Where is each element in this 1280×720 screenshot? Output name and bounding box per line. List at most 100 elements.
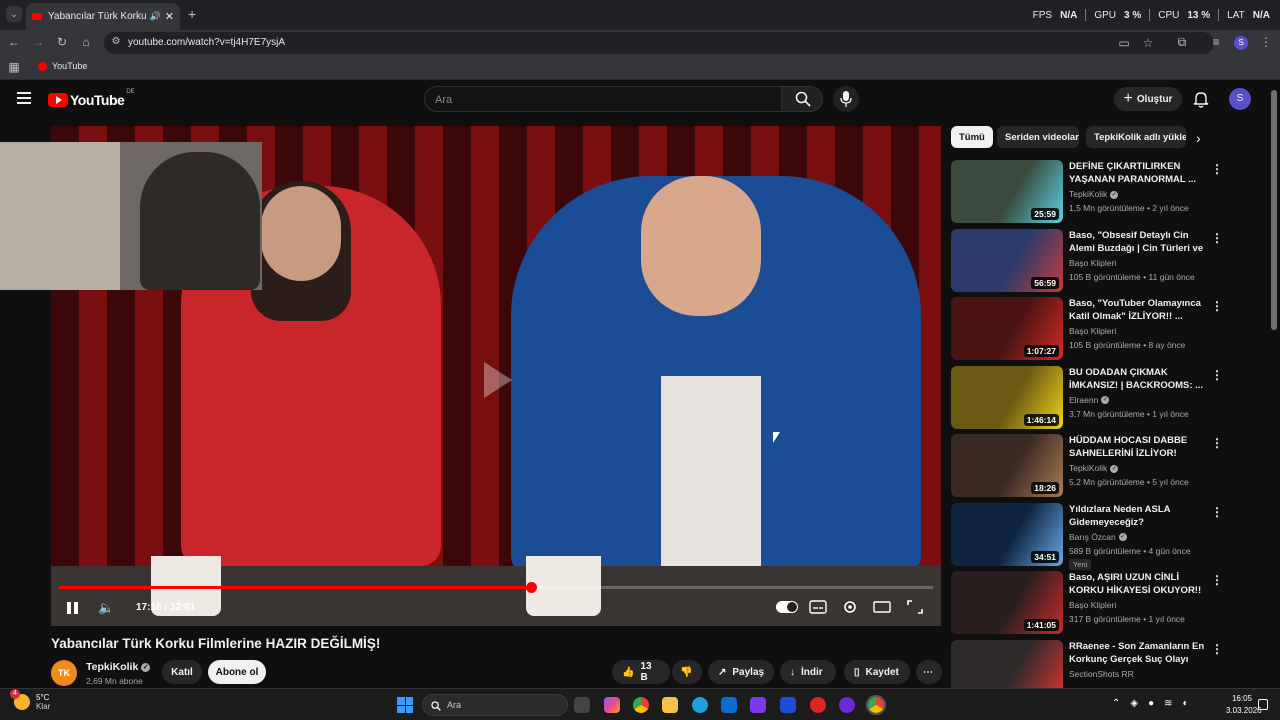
recommendation-channel[interactable]: TepkiKolik ✓: [1069, 189, 1119, 199]
browser-tab[interactable]: Yabancılar Türk Korku Filmle... 🔊 ✕: [26, 3, 180, 30]
recommendation-item[interactable]: 34:51 Yıldızlara Neden ASLA Gidemeyeceğiz…: [951, 502, 1261, 570]
taskbar-clock[interactable]: 16:05 3.03.2026: [1226, 693, 1262, 717]
join-button[interactable]: Katıl: [162, 660, 202, 684]
cast-icon[interactable]: ▭: [1116, 36, 1132, 50]
chip-all[interactable]: Tümü: [951, 126, 993, 148]
recommendation-title[interactable]: Yıldızlara Neden ASLA Gidemeyeceğiz?: [1069, 503, 1211, 529]
address-bar[interactable]: ⚙ youtube.com/watch?v=tj4H7E7ysjA ▭ ☆: [104, 32, 1214, 54]
more-vertical-icon[interactable]: ⋮: [1211, 642, 1223, 656]
video-thumbnail[interactable]: 18:26: [951, 434, 1063, 497]
bookmark-youtube[interactable]: YouTube: [38, 61, 87, 71]
apps-grid-icon[interactable]: ▦: [6, 60, 22, 74]
progress-bar[interactable]: [59, 582, 933, 593]
recommendation-item[interactable]: 56:59 Baso, "Obsesif Detaylı Cin Alemi Bu…: [951, 228, 1261, 293]
copilot-icon[interactable]: [604, 697, 620, 713]
site-info-icon[interactable]: ⚙: [108, 36, 124, 47]
video-thumbnail[interactable]: 56:59: [951, 228, 1063, 292]
recommendation-title[interactable]: DEFİNE ÇIKARTILIRKEN YAŞANAN PARANORMAL …: [1069, 160, 1211, 186]
video-thumbnail[interactable]: 1:41:05: [951, 571, 1063, 634]
store-icon[interactable]: [721, 697, 737, 713]
task-view-icon[interactable]: [574, 697, 590, 713]
app-icon[interactable]: [750, 697, 766, 713]
youtube-logo[interactable]: YouTube DE: [48, 89, 135, 108]
wifi-icon[interactable]: ≋: [1164, 698, 1172, 709]
recommendation-title[interactable]: Baso, "YouTuber Olamayınca Katil Olmak" …: [1069, 297, 1211, 323]
recommendation-item[interactable]: 25:59 DEFİNE ÇIKARTILIRKEN YAŞANAN PARANO…: [951, 160, 1261, 224]
chip-channel-uploads[interactable]: TepkiKolik adlı yükley: [1086, 126, 1186, 148]
weather-widget[interactable]: 4 5°C Klar: [10, 689, 50, 711]
chrome-active-icon[interactable]: [866, 695, 886, 715]
profile-avatar[interactable]: S: [1234, 36, 1248, 50]
account-avatar[interactable]: S: [1229, 88, 1251, 110]
bookmark-star-icon[interactable]: ☆: [1140, 36, 1156, 50]
more-vertical-icon[interactable]: ⋮: [1211, 162, 1223, 176]
microphone-icon[interactable]: ●: [1148, 698, 1154, 709]
recommendation-channel[interactable]: SectionShots RR: [1069, 669, 1134, 679]
channel-name[interactable]: TepkiKolik ✓: [86, 661, 151, 673]
tray-chevron-icon[interactable]: ⌃: [1112, 698, 1120, 709]
edge-icon[interactable]: [692, 697, 708, 713]
notifications-bell-icon[interactable]: [1193, 90, 1209, 108]
recommendation-channel[interactable]: Başo Klipleri: [1069, 258, 1116, 268]
recommendation-item[interactable]: 18:26 HÜDDAM HOCASI DABBE SAHNELERİNİ İZL…: [951, 434, 1261, 498]
menu-kebab-icon[interactable]: ⋮: [1258, 35, 1274, 49]
download-button[interactable]: ↓ İndir: [780, 660, 836, 684]
share-button[interactable]: ↗ Paylaş: [708, 660, 774, 684]
more-vertical-icon[interactable]: ⋮: [1211, 436, 1223, 450]
video-thumbnail[interactable]: 25:59: [951, 160, 1063, 223]
create-button[interactable]: + Oluştur: [1114, 87, 1182, 111]
close-tab-icon[interactable]: ✕: [165, 10, 174, 23]
chrome-icon[interactable]: [633, 697, 649, 713]
home-icon[interactable]: ⌂: [78, 35, 94, 49]
more-vertical-icon[interactable]: ⋮: [1211, 505, 1223, 519]
fullscreen-icon[interactable]: [906, 599, 924, 615]
video-thumbnail[interactable]: 1:07:27: [951, 297, 1063, 360]
forward-icon[interactable]: →: [30, 35, 46, 49]
recommendation-item[interactable]: 1:46:14 BU ODADAN ÇIKMAK İMKANSIZ! | BACK…: [951, 365, 1261, 430]
volume-icon[interactable]: ◐: [1183, 698, 1189, 709]
recommendation-channel[interactable]: Elraenn ✓: [1069, 395, 1110, 405]
windows-start-icon[interactable]: [397, 697, 413, 713]
recommendation-title[interactable]: HÜDDAM HOCASI DABBE SAHNELERİNİ İZLİYOR!: [1069, 434, 1211, 460]
search-button[interactable]: [781, 86, 823, 112]
chevron-right-icon[interactable]: ›: [1196, 130, 1201, 146]
subscribe-button[interactable]: Abone ol: [208, 660, 266, 684]
recommendation-title[interactable]: BU ODADAN ÇIKMAK İMKANSIZ! | BACKROOMS: …: [1069, 366, 1211, 392]
more-vertical-icon[interactable]: ⋮: [1211, 231, 1223, 245]
progress-scrubber[interactable]: [525, 582, 537, 593]
recommendation-item[interactable]: 1:07:27 Baso, "YouTuber Olamayınca Katil …: [951, 297, 1261, 361]
save-button[interactable]: ▯ Kaydet: [844, 660, 910, 684]
app-icon[interactable]: [780, 697, 796, 713]
pause-icon[interactable]: [67, 602, 79, 614]
video-thumbnail[interactable]: 34:51: [951, 502, 1063, 566]
center-play-icon[interactable]: [484, 362, 512, 398]
taskbar-search-input[interactable]: Ara: [422, 694, 568, 716]
notification-icon[interactable]: [1258, 699, 1268, 710]
more-vertical-icon[interactable]: ⋮: [1211, 573, 1223, 587]
recommendation-item[interactable]: 1:41:05 Baso, AŞIRI UZUN CİNLİ KORKU HİKA…: [951, 571, 1261, 635]
recommendation-title[interactable]: Baso, "Obsesif Detaylı Cin Alemi Buzdağı…: [1069, 229, 1211, 255]
voice-search-button[interactable]: [833, 86, 859, 112]
speaker-icon[interactable]: 🔊: [150, 11, 161, 22]
reading-list-icon[interactable]: ≡: [1208, 35, 1224, 49]
scrollbar[interactable]: [1271, 90, 1277, 330]
recommendation-title[interactable]: Baso, AŞIRI UZUN CİNLİ KORKU HİKAYESİ OK…: [1069, 571, 1211, 597]
more-vertical-icon[interactable]: ⋮: [1211, 368, 1223, 382]
theater-mode-icon[interactable]: [873, 599, 891, 615]
channel-avatar[interactable]: TK: [51, 660, 77, 686]
recommendation-title[interactable]: RRaenee - Son Zamanların En Korkunç Gerç…: [1069, 640, 1211, 666]
recommendation-channel[interactable]: Başo Klipleri: [1069, 600, 1116, 610]
more-vertical-icon[interactable]: ⋮: [1211, 299, 1223, 313]
dislike-button[interactable]: 👎: [672, 660, 702, 684]
recommendation-channel[interactable]: TepkiKolik ✓: [1069, 463, 1119, 473]
extensions-icon[interactable]: ⧉: [1174, 35, 1190, 50]
recommendation-channel[interactable]: Başo Klipleri: [1069, 326, 1116, 336]
reload-icon[interactable]: ↻: [54, 35, 70, 49]
like-button[interactable]: 👍 13 B: [612, 660, 670, 684]
autoplay-toggle[interactable]: [776, 601, 798, 613]
video-thumbnail[interactable]: 1:46:14: [951, 365, 1063, 429]
subtitles-icon[interactable]: [809, 599, 827, 615]
back-icon[interactable]: ←: [6, 35, 22, 49]
volume-icon[interactable]: 🔈: [98, 600, 114, 616]
hamburger-menu-icon[interactable]: [17, 92, 31, 107]
